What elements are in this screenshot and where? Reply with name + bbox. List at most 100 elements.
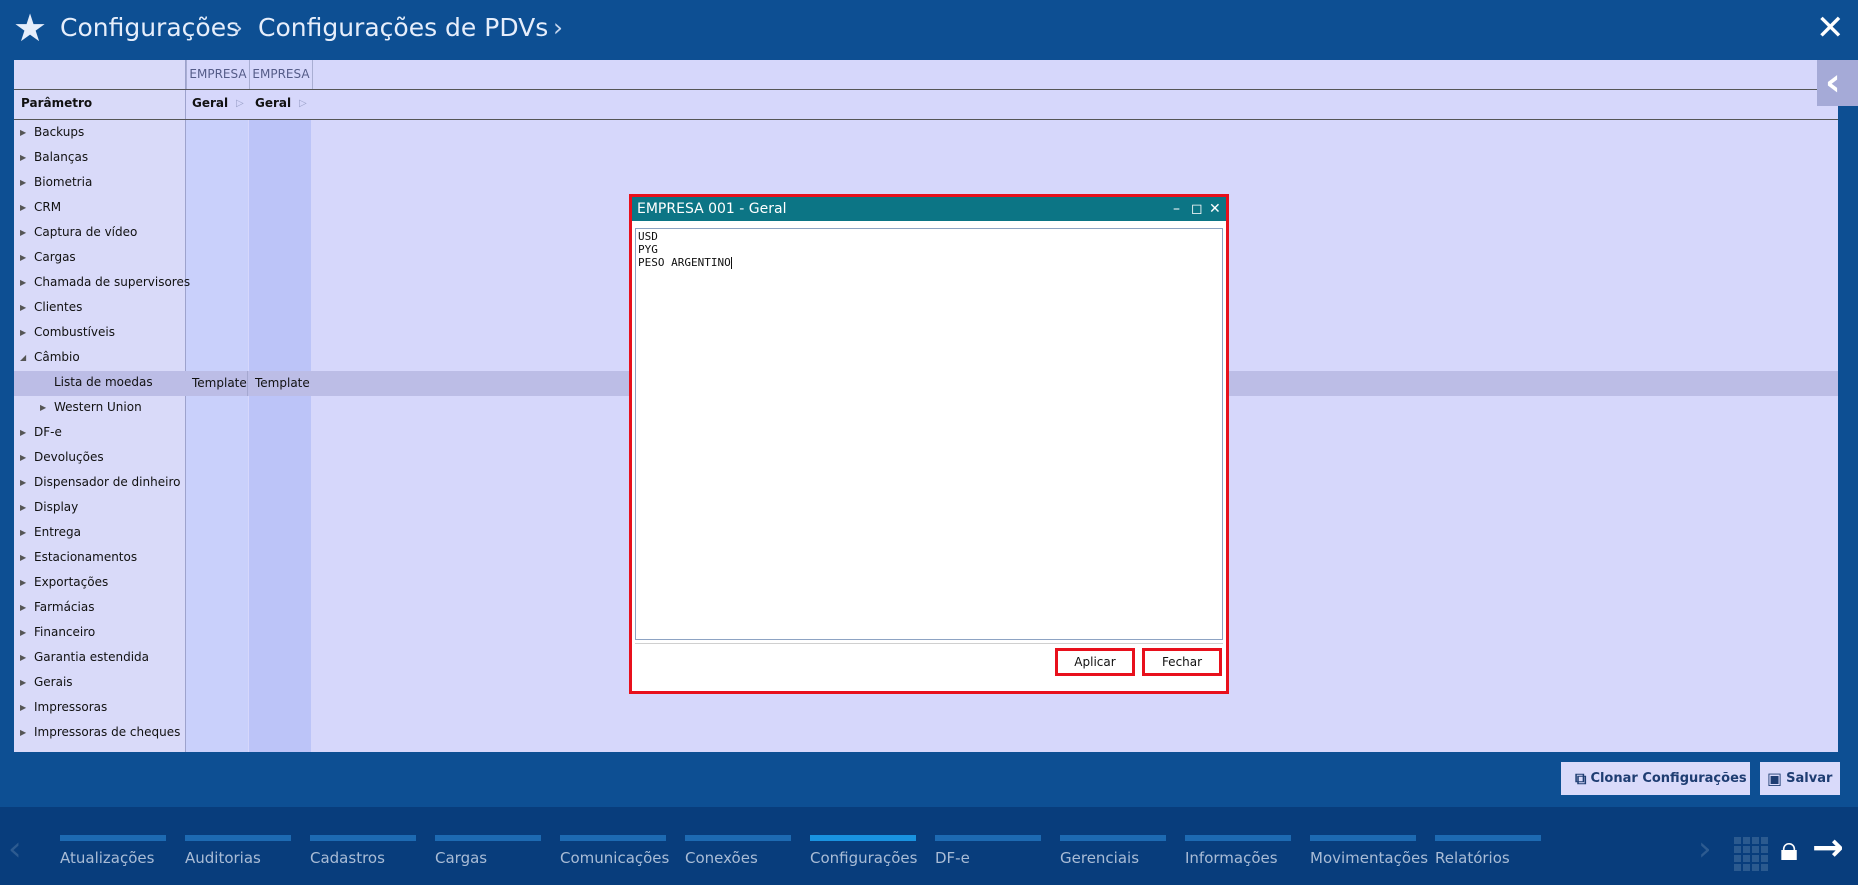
currency-list-textarea[interactable]: USD PYG PESO ARGENTINO [635, 228, 1223, 640]
expand-arrow-icon[interactable]: ▶ [20, 220, 26, 245]
tree-item[interactable]: ▶ Backups [14, 120, 185, 145]
cell-template-2[interactable]: Template [249, 371, 311, 396]
nav-item[interactable]: Atualizações [60, 827, 166, 875]
column-group-empresa-2[interactable]: EMPRESA [249, 60, 313, 89]
tree-item[interactable]: ▶ Devoluções [14, 445, 185, 470]
expand-arrow-icon[interactable]: ▶ [20, 245, 26, 270]
column-header-geral-2[interactable]: Geral [255, 96, 291, 110]
nav-item[interactable]: Auditorias [185, 827, 291, 875]
tree-item[interactable]: ▶ Impressoras de cheques [14, 720, 185, 745]
apps-grid-icon[interactable] [1734, 837, 1768, 871]
apply-button[interactable]: Aplicar [1055, 648, 1135, 676]
expand-arrow-icon[interactable]: ▶ [20, 620, 26, 645]
floppy-disk-icon: ▣ [1767, 769, 1783, 788]
nav-item[interactable]: Cadastros [310, 827, 416, 875]
close-icon[interactable]: ✕ [1816, 9, 1845, 47]
tree-item[interactable]: ▶ CRM [14, 195, 185, 220]
nav-item[interactable]: Configurações [810, 827, 917, 875]
tree-item[interactable]: ▶ Captura de vídeo [14, 220, 185, 245]
nav-item[interactable]: Cargas [435, 827, 541, 875]
save-button[interactable]: ▣ Salvar [1760, 762, 1840, 795]
tree-item-label: Estacionamentos [34, 550, 138, 564]
cell-template-1[interactable]: Template [186, 371, 248, 396]
expand-arrow-icon[interactable]: ▶ [20, 145, 26, 170]
maximize-icon[interactable]: ◻ [1191, 197, 1203, 221]
expand-arrow-icon[interactable]: ▶ [20, 120, 26, 145]
exit-arrow-icon[interactable]: → [1812, 827, 1844, 867]
close-icon[interactable]: ✕ [1209, 197, 1221, 221]
header-divider [14, 89, 1838, 90]
expand-arrow-icon[interactable]: ▶ [20, 470, 26, 495]
nav-item[interactable]: Relatórios [1435, 827, 1541, 875]
tree-item[interactable]: ▶ Biometria [14, 170, 185, 195]
expand-arrow-icon[interactable]: ▶ [20, 170, 26, 195]
nav-next-icon[interactable]: › [1698, 829, 1712, 869]
column-1-background [186, 120, 248, 752]
expand-arrow-icon[interactable]: ▶ [20, 720, 26, 745]
tree-item[interactable]: ◢ Câmbio [14, 345, 185, 370]
clone-configurations-button[interactable]: ⧉ Clonar Configurações [1561, 762, 1750, 795]
nav-item[interactable]: Comunicações [560, 827, 669, 875]
collapse-sidebar-button[interactable]: ‹ [1817, 60, 1858, 106]
tree-item-label: Western Union [54, 400, 142, 414]
clone-label: Clonar Configurações [1590, 771, 1747, 786]
text-line: PESO ARGENTINO [638, 256, 731, 269]
nav-item[interactable]: Gerenciais [1060, 827, 1166, 875]
breadcrumb-configuracoes[interactable]: Configurações [60, 13, 239, 43]
tree-item[interactable]: ▶ Estacionamentos [14, 545, 185, 570]
expand-arrow-icon[interactable]: ▶ [20, 570, 26, 595]
expand-column-icon[interactable]: ▷ [299, 98, 307, 109]
expand-arrow-icon[interactable]: ▶ [20, 645, 26, 670]
nav-item[interactable]: Conexões [685, 827, 791, 875]
nav-item-label: Informações [1185, 849, 1278, 867]
tree-item[interactable]: ▶ DF-e [14, 420, 185, 445]
nav-item[interactable]: Movimentações [1310, 827, 1428, 875]
column-group-empresa-1[interactable]: EMPRESA [186, 60, 249, 89]
expand-arrow-icon[interactable]: ▶ [20, 195, 26, 220]
nav-previous-icon[interactable]: ‹ [8, 829, 22, 869]
expand-column-icon[interactable]: ▷ [236, 98, 244, 109]
dialog-titlebar[interactable]: EMPRESA 001 - Geral – ◻ ✕ [632, 197, 1226, 221]
nav-item[interactable]: Informações [1185, 827, 1291, 875]
tree-item[interactable]: ▶ Balanças [14, 145, 185, 170]
tree-item[interactable]: ▶ Combustíveis [14, 320, 185, 345]
tree-item[interactable]: ▶ Display [14, 495, 185, 520]
expand-arrow-icon[interactable]: ▶ [20, 545, 26, 570]
tree-item[interactable]: ▶ Financeiro [14, 620, 185, 645]
expand-arrow-icon[interactable]: ▶ [20, 495, 26, 520]
header-divider [14, 119, 1838, 120]
lock-icon[interactable]: 🔒︎ [1780, 829, 1798, 869]
breadcrumb-chevron-icon[interactable]: › [553, 13, 563, 43]
favorite-star-icon[interactable]: ★ [13, 8, 47, 48]
nav-item[interactable]: DF-e [935, 827, 1041, 875]
tree-item[interactable]: ▶ Farmácias [14, 595, 185, 620]
tree-item[interactable]: ▶ Cargas [14, 245, 185, 270]
column-header-geral-1[interactable]: Geral [192, 96, 228, 110]
expand-arrow-icon[interactable]: ▶ [20, 670, 26, 695]
minimize-icon[interactable]: – [1173, 197, 1180, 221]
breadcrumb-configuracoes-pdvs[interactable]: Configurações de PDVs [258, 13, 548, 43]
tree-item-label: Backups [34, 125, 85, 139]
tree-item[interactable]: ▶ Gerais [14, 670, 185, 695]
expand-arrow-icon[interactable]: ▶ [20, 420, 26, 445]
expand-arrow-icon[interactable]: ▶ [20, 320, 26, 345]
tree-item[interactable]: ▶ Exportações [14, 570, 185, 595]
expand-arrow-icon[interactable]: ▶ [20, 520, 26, 545]
tree-item[interactable]: ▶ Impressoras [14, 695, 185, 720]
expand-arrow-icon[interactable]: ▶ [20, 595, 26, 620]
tree-item[interactable]: ▶ Chamada de supervisores [14, 270, 190, 295]
tree-item[interactable]: ▶ Entrega [14, 520, 185, 545]
expand-arrow-icon[interactable]: ▶ [20, 295, 26, 320]
tree-item[interactable]: Lista de moedas [14, 370, 185, 395]
expand-arrow-icon[interactable]: ▶ [20, 445, 26, 470]
expand-arrow-icon[interactable]: ▶ [20, 270, 26, 295]
tree-item-label: Impressoras de cheques [34, 725, 181, 739]
close-button[interactable]: Fechar [1142, 648, 1222, 676]
collapse-arrow-icon[interactable]: ◢ [20, 345, 26, 370]
tree-item[interactable]: ▶ Garantia estendida [14, 645, 185, 670]
tree-item[interactable]: ▶ Dispensador de dinheiro [14, 470, 185, 495]
tree-item[interactable]: ▶ Western Union [14, 395, 185, 420]
expand-arrow-icon[interactable]: ▶ [20, 695, 26, 720]
tree-item[interactable]: ▶ Clientes [14, 295, 185, 320]
expand-arrow-icon[interactable]: ▶ [40, 395, 46, 420]
